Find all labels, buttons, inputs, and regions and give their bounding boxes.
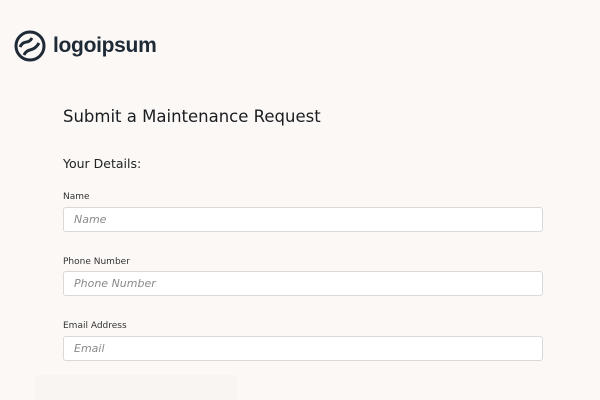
name-input[interactable] (63, 207, 543, 232)
brand-logo[interactable]: logoipsum (14, 30, 157, 62)
section-heading: Your Details: (63, 156, 142, 171)
email-input[interactable] (63, 336, 543, 361)
phone-label: Phone Number (63, 257, 130, 267)
faint-panel (35, 375, 237, 400)
email-label: Email Address (63, 321, 127, 331)
phone-input[interactable] (63, 271, 543, 296)
logo-text: logoipsum (53, 34, 157, 57)
logo-icon (14, 30, 46, 62)
page-title: Submit a Maintenance Request (63, 107, 321, 126)
name-label: Name (63, 192, 90, 202)
